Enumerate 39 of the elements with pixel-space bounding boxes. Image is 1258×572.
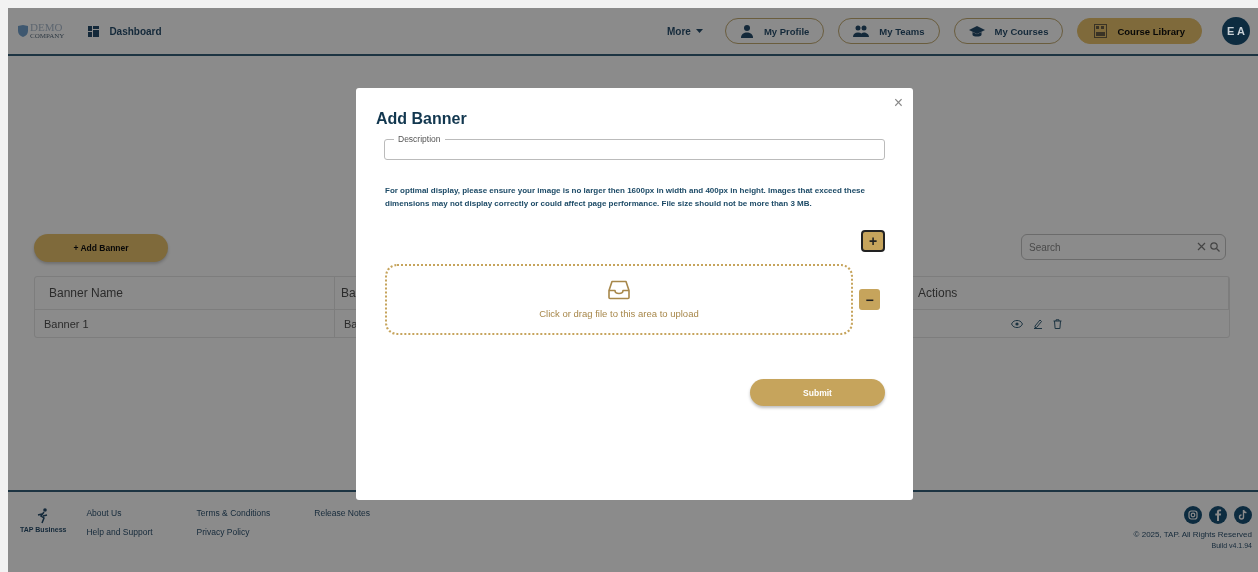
dashboard-link[interactable]: Dashboard <box>109 25 162 37</box>
runner-logo-icon <box>37 508 50 524</box>
info-text: For optimal display, please ensure your image is no larger then 1600px in width and 400px in height. Images that exceed these dimensions may not display correctly or could affect page performance. File size should not be more than 3 MB. <box>385 185 866 210</box>
instagram-icon[interactable] <box>1184 506 1202 524</box>
person-icon <box>739 24 754 38</box>
dashboard-icon <box>88 25 100 37</box>
close-button[interactable]: × <box>893 94 903 112</box>
copyright-text: © 2025, TAP. All Rights Reserved <box>1133 530 1252 539</box>
nav-button[interactable]: Course Library <box>1077 18 1202 44</box>
library-icon <box>1094 24 1108 38</box>
footer-link[interactable]: About Us <box>86 508 153 518</box>
footer-link[interactable]: Privacy Policy <box>196 527 271 537</box>
people-icon <box>853 25 870 37</box>
user-avatar[interactable]: E A <box>1222 17 1250 45</box>
graduation-cap-icon <box>968 24 985 38</box>
caret-icon <box>695 29 703 33</box>
shield-logo-icon <box>18 25 28 37</box>
search-icon[interactable] <box>1210 242 1220 252</box>
trash-icon[interactable] <box>1053 318 1062 329</box>
facebook-icon[interactable] <box>1209 506 1227 524</box>
submit-button[interactable]: Submit <box>750 379 885 406</box>
remove-upload-button[interactable]: − <box>859 289 880 310</box>
column-header: Banner Name <box>35 277 335 309</box>
pencil-icon[interactable] <box>1033 318 1043 329</box>
footer-link[interactable]: Help and Support <box>86 527 153 537</box>
clear-icon[interactable] <box>1197 242 1206 251</box>
more-menu[interactable]: More <box>661 24 709 38</box>
footer-link[interactable]: Release Notes <box>314 508 371 518</box>
add-banner-button[interactable]: + Add Banner <box>34 234 168 262</box>
inbox-icon <box>608 280 630 300</box>
table-cell: Banner 1 <box>35 310 335 337</box>
upload-area[interactable]: Click or drag file to this area to upload <box>385 264 853 335</box>
add-upload-button[interactable]: + <box>861 230 885 252</box>
search-field[interactable]: Search <box>1021 234 1226 260</box>
dialog-title: Add Banner <box>376 110 468 128</box>
eye-icon[interactable] <box>1011 319 1023 328</box>
description-field[interactable]: Description <box>384 134 885 160</box>
music-note-icon[interactable] <box>1234 506 1252 524</box>
footer-link[interactable]: Terms & Conditions <box>196 508 271 518</box>
